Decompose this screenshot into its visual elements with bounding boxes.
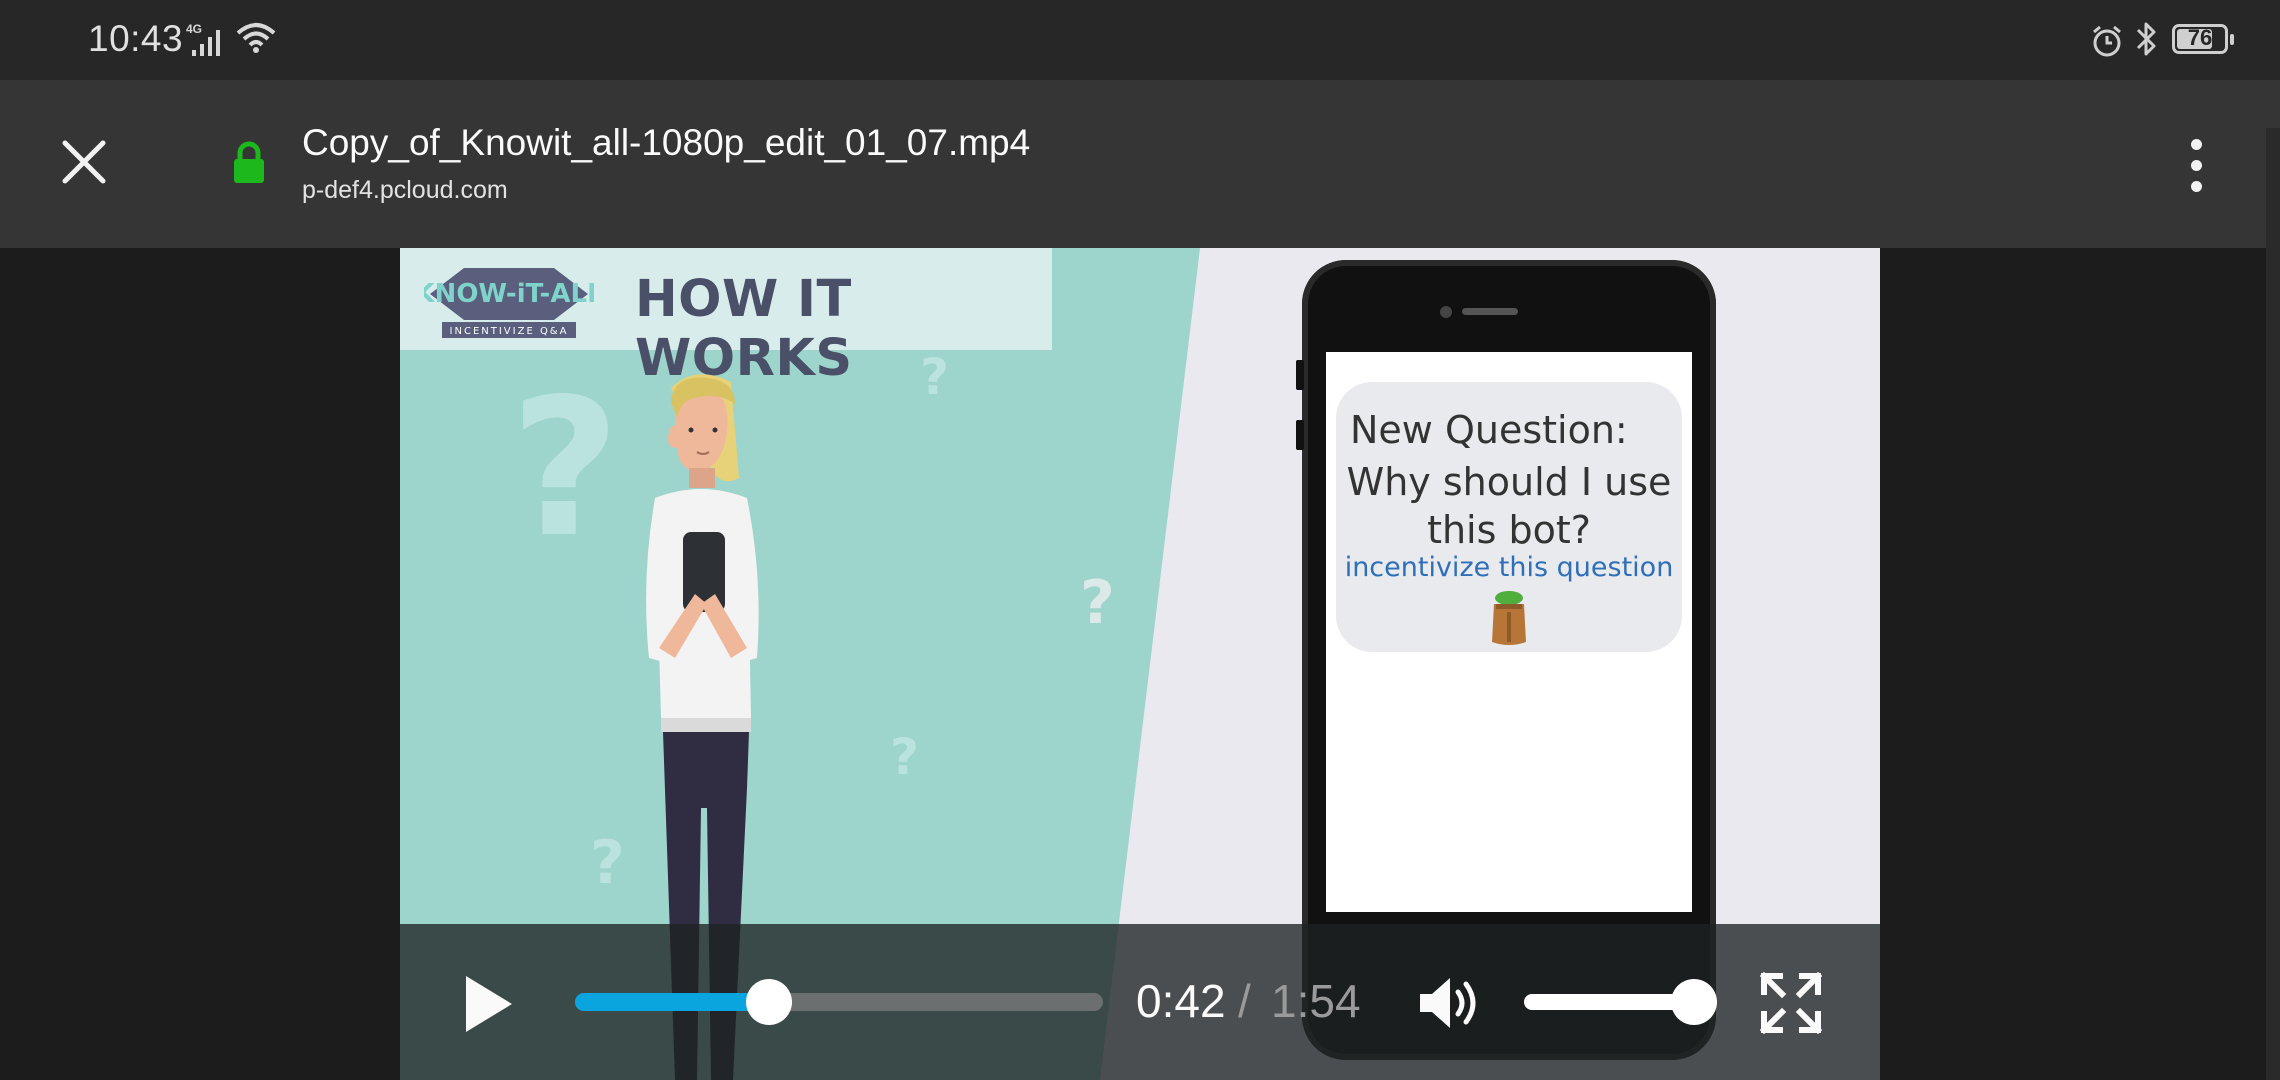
wifi-icon [236,23,276,53]
play-button[interactable] [458,972,518,1036]
question-text-line: Why should I use [1346,460,1672,504]
phone-screen: New Question: Why should I use this bot?… [1326,352,1692,912]
menu-dot [2190,180,2202,192]
phone-speaker [1462,308,1518,315]
cellular-signal-icon: 4G [186,22,220,56]
close-icon [62,140,106,184]
incentivize-link: incentivize this question [1344,552,1674,583]
volume-icon[interactable] [1416,974,1486,1032]
alarm-icon [2093,25,2121,57]
status-bar: 10:43 4G 76 [0,0,2280,80]
question-heading: New Question: [1350,408,1628,452]
battery-level: 76 [2187,25,2213,50]
current-time: 0:42 [1136,975,1226,1027]
seek-bar[interactable] [575,979,1103,1025]
lock-icon [234,141,264,183]
volume-slider[interactable] [1524,979,1717,1025]
phone-side-button [1296,420,1304,450]
bluetooth-icon [2136,22,2156,56]
seek-bar-progress [575,993,770,1011]
question-mark-decoration: ? [510,358,621,579]
volume-slider-thumb[interactable] [1671,979,1717,1025]
volume-slider-fill [1524,994,1694,1010]
question-mark-decoration: ? [590,828,625,898]
status-time: 10:43 [88,18,184,59]
more-options-button[interactable] [2168,130,2224,200]
video-banner: KNOW-iT-ALL INCENTIVIZE Q&A HOW IT WORKS [400,248,1052,388]
scrollbar[interactable] [2266,128,2280,1080]
fullscreen-button[interactable] [1760,972,1822,1034]
menu-dot [2190,159,2202,171]
close-button[interactable] [44,122,124,202]
viewer-header: Copy_of_Knowit_all-1080p_edit_01_07.mp4 … [0,80,2280,248]
question-bubble: New Question: Why should I use this bot?… [1336,382,1682,652]
time-separator: / [1238,975,1251,1027]
question-mark-decoration: ? [1080,568,1115,638]
brand-logo: KNOW-iT-ALL INCENTIVIZE Q&A [424,268,594,338]
menu-dot [2190,138,2202,150]
total-duration: 1:54 [1271,975,1361,1027]
file-url: p-def4.pcloud.com [302,176,508,204]
question-bubble-tail [1340,610,1368,650]
file-title: Copy_of_Knowit_all-1080p_edit_01_07.mp4 [302,122,1031,163]
battery-icon: 76 [2172,24,2234,54]
logo-subtext: INCENTIVIZE Q&A [450,326,569,337]
fullscreen-icon [1760,972,1822,1034]
question-text-line: this bot? [1427,508,1591,552]
logo-text: KNOW-iT-ALL [424,279,594,309]
question-mark-decoration: ? [890,728,920,786]
question-text: Why should I use this bot? [1336,458,1682,554]
phone-camera [1440,306,1452,318]
money-bag-icon [1492,591,1526,645]
seek-bar-thumb[interactable] [746,979,793,1025]
play-icon [466,976,512,1032]
phone-side-button [1296,360,1304,390]
network-type-label: 4G [186,22,202,36]
playback-controls: 0:42 / 1:54 [400,924,1880,1080]
